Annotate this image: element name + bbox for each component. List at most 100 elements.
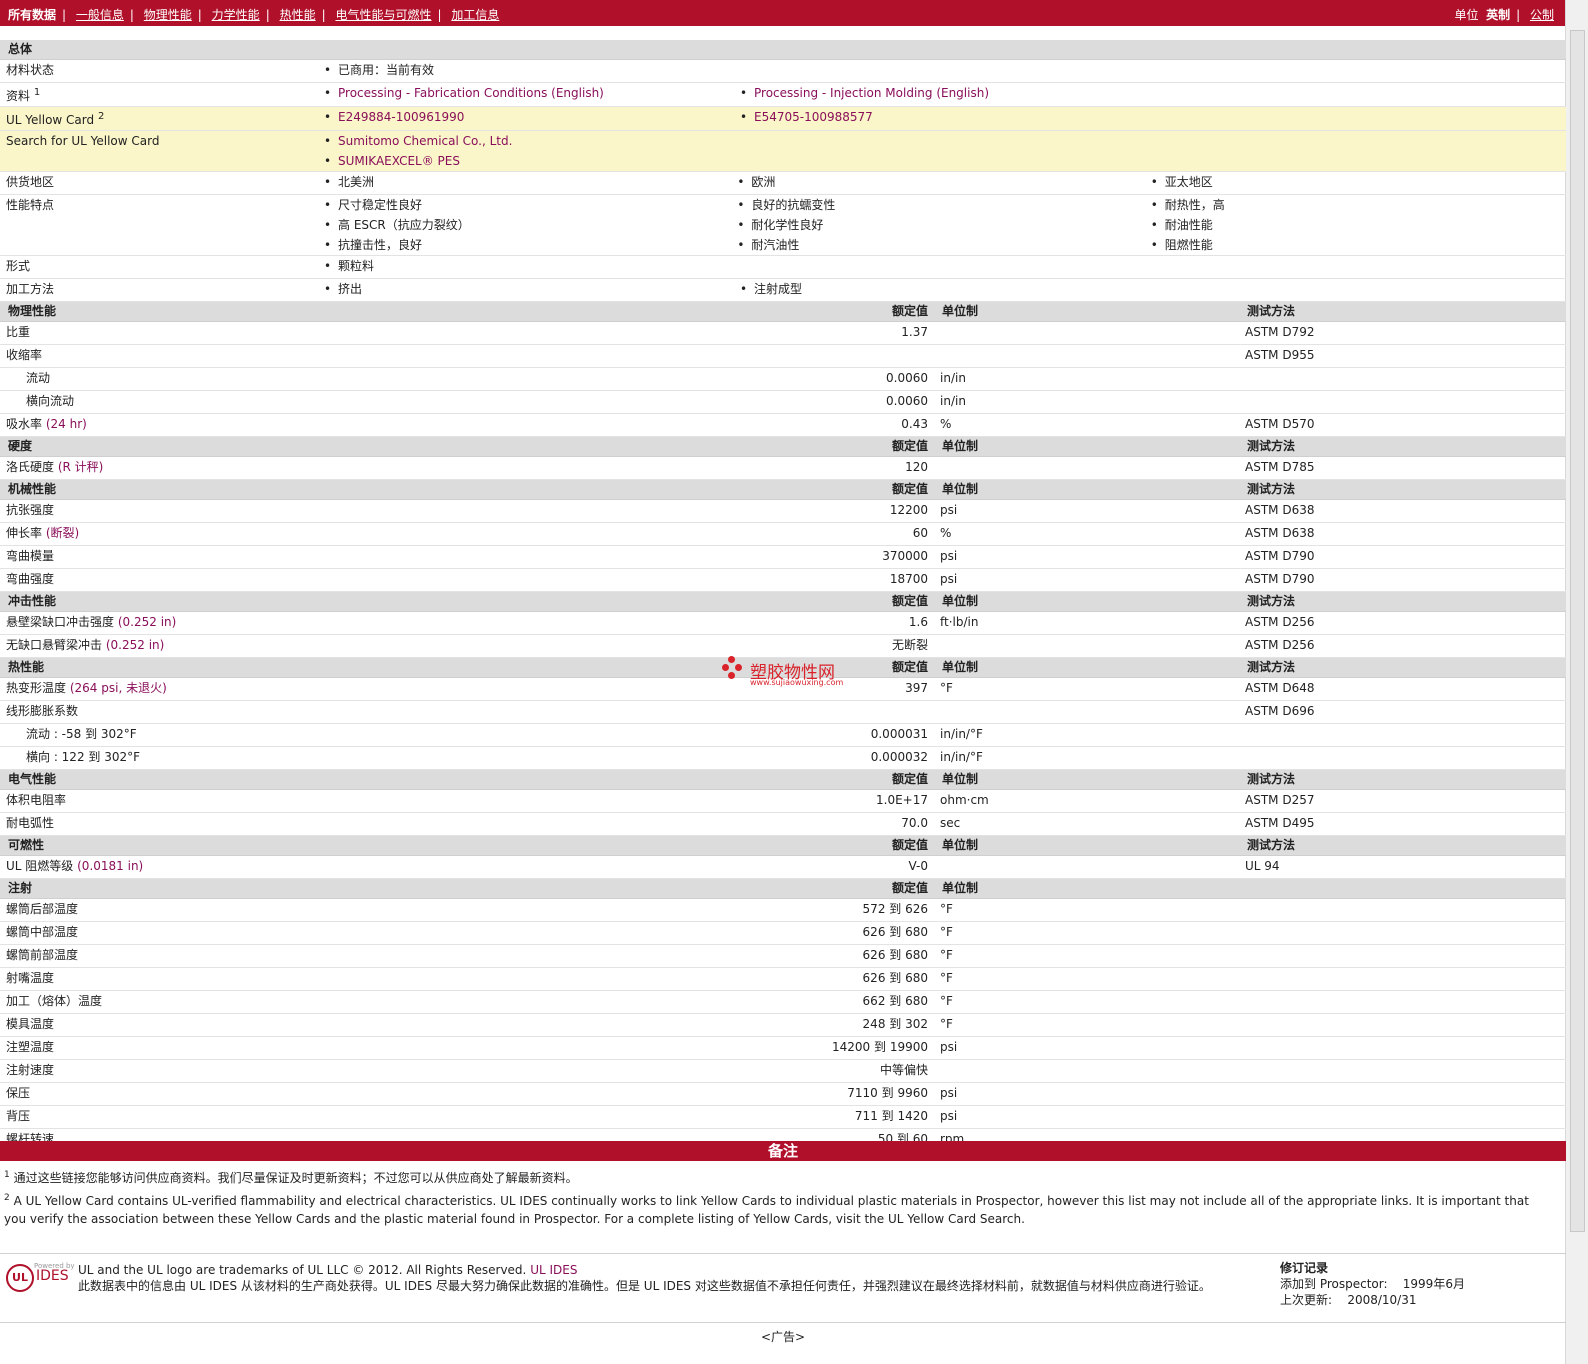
header-method: 测试方法	[1239, 769, 1567, 790]
unit-metric[interactable]: 公制	[1530, 8, 1554, 22]
header-unit: 单位制	[934, 479, 1239, 500]
property-test-method	[1239, 746, 1567, 770]
section-title: 电气性能	[0, 769, 614, 790]
added-value: 1999年6月	[1402, 1277, 1465, 1291]
property-value: 370000	[614, 545, 934, 569]
feature-item: 抗撞击性，良好	[320, 235, 733, 255]
search-link-product[interactable]: SUMIKAEXCEL® PES	[338, 154, 460, 168]
header-unit: 单位制	[934, 591, 1239, 612]
property-condition: (24 hr)	[45, 417, 87, 431]
property-unit	[934, 855, 1239, 879]
search-link-supplier[interactable]: Sumitomo Chemical Co., Ltd.	[338, 134, 512, 148]
tab-mechanical[interactable]: 力学性能	[212, 8, 260, 22]
property-test-method	[1239, 967, 1567, 991]
property-label: 悬壁梁缺口冲击强度	[6, 615, 115, 629]
footnote-text: A UL Yellow Card contains UL-verified fl…	[4, 1194, 1529, 1226]
tab-physical[interactable]: 物理性能	[144, 8, 192, 22]
yellow-card-link-1[interactable]: E249884-100961990	[338, 110, 464, 124]
property-test-method: ASTM D790	[1239, 545, 1567, 569]
property-unit: °F	[934, 898, 1239, 922]
property-unit: %	[934, 413, 1239, 437]
revision-title: 修订记录	[1280, 1261, 1329, 1275]
footnote-ref: 1	[33, 87, 41, 98]
header-value: 额定值	[614, 436, 934, 457]
doc-link-injection[interactable]: Processing - Injection Molding (English)	[754, 86, 989, 100]
property-unit: psi	[934, 545, 1239, 569]
property-condition: (264 psi, 未退火)	[69, 681, 167, 695]
row-supply-region: 供货地区 北美洲欧洲亚太地区	[0, 171, 1567, 195]
footnote-text: 通过这些链接您能够访问供应商资料。我们尽量保证及时更新资料；不过您可以从供应商处…	[13, 1171, 578, 1185]
region-item: 欧洲	[733, 172, 1146, 192]
row-label: 资料	[6, 89, 31, 103]
ul-logo-icon: UL	[6, 1264, 34, 1292]
section-impact: 冲击性能 额定值 单位制 测试方法	[0, 591, 1567, 612]
property-unit	[934, 344, 1239, 368]
doc-link-fabrication[interactable]: Processing - Fabrication Conditions (Eng…	[338, 86, 604, 100]
header-unit: 单位制	[934, 657, 1239, 678]
top-nav-bar: 所有数据 | 一般信息 | 物理性能 | 力学性能 | 热性能 | 电气性能与可燃性 | 加…	[0, 0, 1566, 26]
property-unit: °F	[934, 1013, 1239, 1037]
property-test-method: ASTM D648	[1239, 677, 1567, 701]
section-general: 总体	[0, 40, 1567, 60]
property-value: 248 到 302	[614, 1013, 934, 1037]
tab-general-info[interactable]: 一般信息	[76, 8, 124, 22]
tab-electrical[interactable]: 电气性能与可燃性	[335, 8, 431, 22]
tab-thermal[interactable]: 热性能	[280, 8, 316, 22]
property-label: 流动 : -58 到 302°F	[26, 727, 137, 741]
property-unit: psi	[934, 1105, 1239, 1129]
property-test-method	[1239, 1036, 1567, 1060]
property-label: 吸水率	[6, 417, 43, 431]
property-test-method: ASTM D256	[1239, 634, 1567, 658]
unit-switcher: 单位 英制 | 公制	[1454, 8, 1554, 22]
property-label: UL 阻燃等级	[6, 859, 74, 873]
tab-processing[interactable]: 加工信息	[451, 8, 499, 22]
unit-english[interactable]: 英制	[1486, 8, 1510, 22]
footnote-number: 1	[4, 1170, 10, 1180]
yellow-card-link-2[interactable]: E54705-100988577	[754, 110, 873, 124]
section-injection: 注射 额定值 单位制	[0, 878, 1567, 899]
property-test-method	[1239, 1059, 1567, 1083]
property-unit	[934, 456, 1239, 480]
property-label: 螺筒后部温度	[6, 902, 79, 916]
row-label: 加工方法	[0, 278, 314, 302]
property-row: 收缩率 ASTM D955	[0, 344, 1567, 368]
property-row: 背压 711 到 1420 psi	[0, 1105, 1567, 1129]
ul-ides-link[interactable]: UL IDES	[530, 1263, 577, 1277]
property-value: 0.000032	[614, 746, 934, 770]
section-title: 热性能	[0, 657, 614, 678]
footer-text: UL and the UL logo are trademarks of UL …	[78, 1262, 1258, 1294]
scrollbar-thumb[interactable]	[1570, 30, 1585, 1232]
units-label: 单位	[1454, 8, 1479, 22]
property-value: V-0	[614, 855, 934, 879]
property-condition: (0.0181 in)	[77, 859, 144, 873]
section-title: 可燃性	[0, 835, 614, 856]
property-value: 572 到 626	[614, 898, 934, 922]
property-row: 射嘴温度 626 到 680 °F	[0, 967, 1567, 991]
revision-history: 修订记录 添加到 Prospector: 1999年6月 上次更新: 2008/…	[1280, 1260, 1465, 1308]
property-unit: psi	[934, 568, 1239, 592]
header-method: 测试方法	[1239, 591, 1567, 612]
ides-logo: IDES	[36, 1268, 69, 1284]
property-unit: °F	[934, 944, 1239, 968]
property-row: 无缺口悬臂梁冲击 (0.252 in) 无断裂 ASTM D256	[0, 634, 1567, 658]
property-value: 120	[614, 456, 934, 480]
property-label: 模具温度	[6, 1017, 55, 1031]
property-row: 吸水率 (24 hr) 0.43% ASTM D570	[0, 413, 1567, 437]
header-method: 测试方法	[1239, 835, 1567, 856]
section-title: 总体	[0, 40, 1567, 60]
vertical-scrollbar[interactable]	[1565, 0, 1588, 1364]
property-label: 背压	[6, 1109, 31, 1123]
property-unit: in/in	[934, 390, 1239, 414]
row-form: 形式 颗粒料	[0, 255, 1567, 279]
property-test-method: UL 94	[1239, 855, 1567, 879]
property-test-method: ASTM D785	[1239, 456, 1567, 480]
property-row: 横向 : 122 到 302°F 0.000032 in/in/°F	[0, 746, 1567, 770]
property-label: 热变形温度	[6, 681, 67, 695]
tab-all-data[interactable]: 所有数据	[8, 8, 56, 22]
property-test-method	[1239, 1013, 1567, 1037]
section-title: 物理性能	[0, 301, 614, 322]
property-label: 抗张强度	[6, 503, 55, 517]
property-label: 螺筒前部温度	[6, 948, 79, 962]
property-value: 14200 到 19900	[614, 1036, 934, 1060]
property-label: 耐电弧性	[6, 816, 55, 830]
